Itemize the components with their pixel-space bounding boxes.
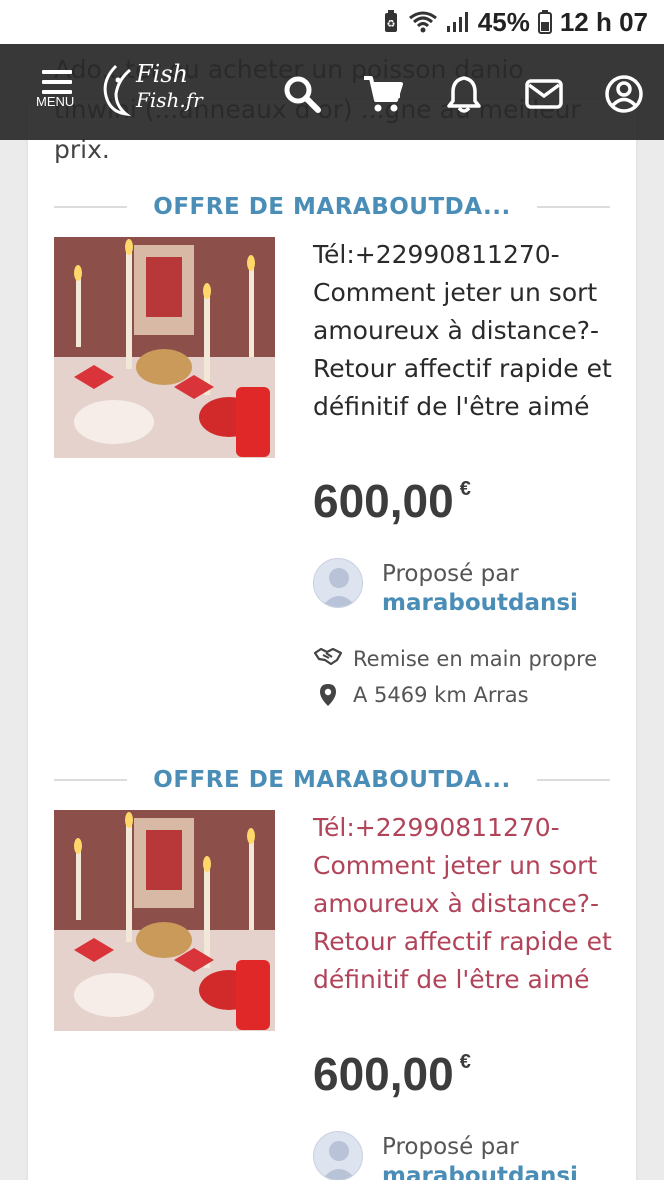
price-value: 600,00 [313, 475, 454, 527]
logo-text-line2: Fish.fr [136, 88, 203, 112]
mail-icon[interactable] [524, 74, 564, 114]
search-icon[interactable] [282, 74, 322, 114]
signal-icon [446, 10, 470, 34]
price-value: 600,00 [313, 1048, 454, 1100]
divider [54, 206, 128, 208]
offer-header: OFFRE DE MARABOUTDA... [54, 192, 610, 222]
logo-text-line1: Fish [136, 60, 189, 88]
listing-title-link[interactable]: Tél:+22990811270- Comment jeter un sort … [313, 236, 613, 426]
account-icon[interactable] [604, 74, 644, 114]
listing-price: 600,00 € [313, 1047, 471, 1101]
cart-icon[interactable] [362, 74, 403, 114]
offer-header-title[interactable]: OFFRE DE MARABOUTDA... [127, 194, 536, 220]
wifi-icon [408, 10, 438, 34]
svg-text:♻: ♻ [386, 19, 395, 30]
top-navbar: MENU Fish Fish.fr [0, 44, 664, 140]
offer-header-title[interactable]: OFFRE DE MARABOUTDA... [127, 767, 536, 793]
offer-header: OFFRE DE MARABOUTDA... [54, 765, 610, 795]
divider [536, 779, 610, 781]
location-pin-icon [313, 683, 343, 707]
listing-price: 600,00 € [313, 474, 471, 528]
divider [536, 206, 610, 208]
clock: 12 h 07 [559, 6, 648, 37]
seller-avatar[interactable] [313, 1131, 363, 1180]
seller-avatar[interactable] [313, 558, 363, 608]
seller-link[interactable]: maraboutdansi [382, 1163, 578, 1180]
battery-saver-icon: ♻ [382, 10, 400, 34]
menu-label: MENU [36, 94, 75, 109]
divider [54, 779, 128, 781]
handshake-icon [313, 645, 343, 672]
listing-thumbnail[interactable] [54, 237, 275, 458]
seller-link[interactable]: maraboutdansi [382, 590, 578, 616]
location-info: A 5469 km Arras [313, 683, 529, 707]
listing-thumbnail[interactable] [54, 810, 275, 1031]
currency-symbol: € [459, 1051, 471, 1073]
proposed-by-label: Proposé par [382, 1134, 519, 1160]
proposed-by-label: Proposé par [382, 561, 519, 587]
menu-button[interactable]: MENU [36, 66, 84, 122]
listing-title-link[interactable]: Tél:+22990811270- Comment jeter un sort … [313, 809, 613, 999]
bell-icon[interactable] [444, 74, 484, 114]
site-logo[interactable]: Fish Fish.fr [96, 58, 236, 124]
currency-symbol: € [459, 478, 471, 500]
location-text: A 5469 km Arras [353, 683, 529, 707]
battery-percent: 45% [477, 6, 530, 37]
battery-icon [537, 10, 552, 34]
delivery-text: Remise en main propre [353, 646, 598, 671]
fish-logo-icon [103, 64, 132, 117]
status-bar: ♻ 45% 12 h 07 [0, 0, 664, 44]
delivery-info: Remise en main propre [313, 645, 597, 672]
